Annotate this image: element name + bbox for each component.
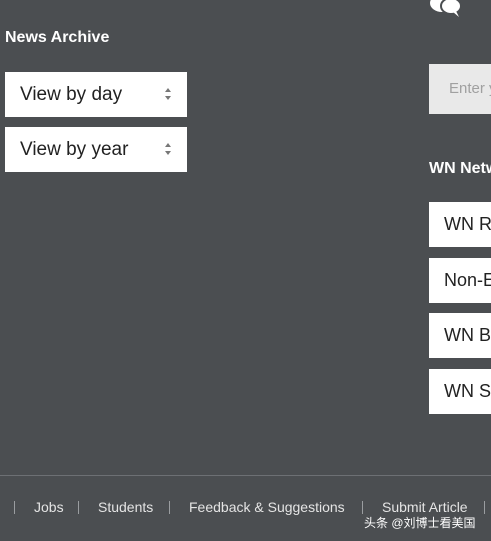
- watermark: 头条 @刘博士看美国: [364, 516, 476, 530]
- footer-link-feedback[interactable]: Feedback & Suggestions: [189, 499, 345, 515]
- search-placeholder: Enter y: [449, 80, 491, 97]
- network-item[interactable]: WN B: [429, 313, 491, 358]
- network-item[interactable]: WN R: [429, 202, 491, 247]
- search-input[interactable]: Enter y: [429, 64, 491, 114]
- view-by-year-select[interactable]: View by year: [5, 127, 187, 172]
- network-item-label: WN S: [444, 381, 491, 401]
- sort-arrows-icon: [165, 88, 171, 100]
- view-by-year-label: View by year: [20, 139, 129, 160]
- footer-separator: [169, 501, 170, 514]
- view-by-day-select[interactable]: View by day: [5, 72, 187, 117]
- chat-bubbles-icon: [429, 0, 463, 18]
- wn-network-title: WN Netw: [429, 160, 491, 177]
- sort-arrows-icon: [165, 143, 171, 155]
- network-item[interactable]: WN S: [429, 369, 491, 414]
- footer-separator: [78, 501, 79, 514]
- network-item-label: Non-E: [444, 270, 491, 290]
- footer-separator: [484, 501, 485, 514]
- footer-link-students[interactable]: Students: [98, 499, 153, 515]
- view-by-day-label: View by day: [20, 84, 123, 105]
- footer-link-jobs[interactable]: Jobs: [34, 499, 64, 515]
- network-item[interactable]: Non-E: [429, 258, 491, 303]
- news-archive-title: News Archive: [5, 29, 110, 46]
- footer-separator: [14, 501, 15, 514]
- network-item-label: WN R: [444, 214, 491, 234]
- footer-link-submit-article[interactable]: Submit Article: [382, 499, 468, 515]
- footer-divider: [0, 475, 491, 476]
- footer-separator: [362, 501, 363, 514]
- network-item-label: WN B: [444, 325, 491, 345]
